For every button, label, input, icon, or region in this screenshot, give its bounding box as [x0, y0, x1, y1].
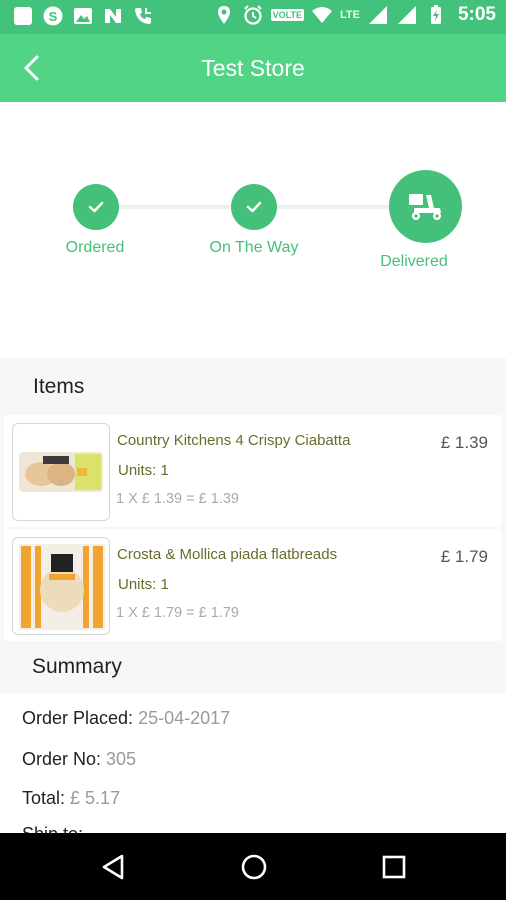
ship-to-label: Ship to:	[22, 824, 83, 833]
step-delivered-dot	[389, 170, 462, 243]
order-number-label: Order No:	[22, 749, 107, 769]
item-price: £ 1.39	[440, 433, 488, 452]
item-units: Units: 1	[118, 576, 169, 593]
notification-square-icon	[12, 5, 34, 27]
wifi-icon	[311, 4, 333, 26]
skype-icon: S	[42, 5, 64, 27]
item-units: Units: 1	[118, 462, 169, 479]
scooter-icon	[408, 193, 441, 220]
page-title: Test Store	[201, 55, 305, 81]
step-on-the-way-label: On The Way	[209, 239, 299, 256]
check-icon	[88, 201, 104, 213]
order-placed-row: Order Placed: 25-04-2017	[22, 708, 230, 729]
step-delivered-label: Delivered	[380, 253, 448, 270]
nav-home-button[interactable]	[234, 847, 274, 887]
items-section-header: Items	[0, 358, 506, 414]
missed-call-icon	[132, 5, 154, 27]
order-summary: Order Placed: 25-04-2017 Order No: 305 T…	[0, 694, 506, 833]
item-price: £ 1.79	[440, 547, 488, 566]
nav-back-button[interactable]	[93, 847, 133, 887]
order-placed-label: Order Placed:	[22, 708, 139, 728]
order-placed-value: 25-04-2017	[138, 708, 231, 728]
system-nav-bar	[0, 833, 506, 900]
n-app-icon	[102, 5, 124, 27]
step-on-the-way-dot	[231, 184, 277, 230]
item-calculation: 1 X £ 1.79 = £ 1.79	[116, 605, 239, 621]
svg-text:S: S	[49, 9, 58, 24]
circle-home-icon	[241, 854, 267, 880]
track-line-2	[277, 205, 391, 209]
signal-2-icon	[396, 4, 418, 26]
location-icon	[213, 4, 235, 26]
track-line-1	[118, 205, 230, 209]
item-name: Crosta & Mollica piada flatbreads	[117, 546, 338, 563]
step-ordered-label: Ordered	[65, 239, 125, 256]
volte-badge: VOLTE	[270, 9, 304, 21]
signal-icon	[367, 4, 389, 26]
network-type: LTE	[340, 9, 360, 21]
order-number-row: Order No: 305	[22, 749, 136, 770]
total-label: Total:	[22, 788, 71, 808]
total-row: Total: £ 5.17	[22, 788, 120, 809]
alarm-icon	[242, 4, 264, 26]
order-number-value: 305	[106, 749, 137, 769]
list-item[interactable]: Crosta & Mollica piada flatbreads Units:…	[4, 529, 502, 641]
status-bar: S VOLTE LTE 5:05	[0, 0, 506, 34]
items-title: Items	[33, 375, 85, 398]
summary-section-header: Summary	[0, 642, 506, 694]
square-recents-icon	[382, 855, 406, 879]
list-item[interactable]: Country Kitchens 4 Crispy Ciabatta Units…	[4, 415, 502, 527]
item-name: Country Kitchens 4 Crispy Ciabatta	[117, 432, 351, 449]
product-image	[12, 537, 110, 635]
summary-title: Summary	[32, 655, 122, 678]
product-image	[12, 423, 110, 521]
image-icon	[72, 5, 94, 27]
total-value: £ 5.17	[70, 788, 121, 808]
ship-to-row: Ship to:	[22, 824, 83, 833]
app-bar: Test Store	[0, 34, 506, 102]
check-icon	[246, 201, 262, 213]
step-ordered-dot	[73, 184, 119, 230]
nav-recents-button[interactable]	[374, 847, 414, 887]
item-calculation: 1 X £ 1.39 = £ 1.39	[116, 491, 239, 507]
order-tracker: Ordered On The Way Delivered	[0, 102, 506, 358]
triangle-back-icon	[102, 854, 124, 880]
battery-charging-icon	[425, 4, 447, 26]
clock-time: 5:05	[457, 4, 496, 25]
items-list: Country Kitchens 4 Crispy Ciabatta Units…	[0, 414, 506, 642]
